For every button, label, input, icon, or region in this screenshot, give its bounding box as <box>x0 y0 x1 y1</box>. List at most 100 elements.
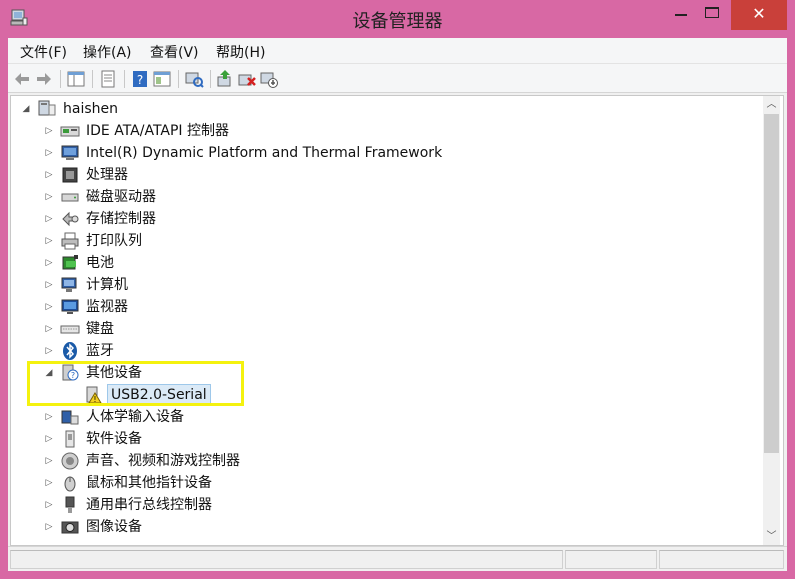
tree-category[interactable]: ▷ Intel(R) Dynamic Platform and Thermal F… <box>44 142 444 164</box>
expand-arrow-icon[interactable]: ▷ <box>44 412 54 422</box>
tree-category[interactable]: ▷ 软件设备 <box>44 428 144 450</box>
tree-item-label: 蓝牙 <box>86 343 114 359</box>
help-icon[interactable]: ? <box>130 69 150 89</box>
tree-item-label: 软件设备 <box>86 431 142 447</box>
tree-item-label: Intel(R) Dynamic Platform and Thermal Fr… <box>86 145 443 161</box>
scroll-down-button[interactable]: ﹀ <box>763 528 780 545</box>
expand-arrow-icon[interactable]: ▷ <box>44 126 54 136</box>
toolbar-separator <box>92 70 93 88</box>
monitor-icon <box>61 299 79 314</box>
toolbar: ? <box>8 64 787 93</box>
device-tree[interactable]: ◢ haishen ▷ IDE ATA/ATAPI 控制器 ▷ Intel(R) Dyna… <box>10 95 784 546</box>
computer-icon <box>38 100 56 116</box>
hid-icon <box>61 410 79 425</box>
maximize-button[interactable] <box>697 0 727 30</box>
menu-help[interactable]: 帮助(H) <box>216 42 265 62</box>
update-driver-icon[interactable] <box>215 69 235 89</box>
expand-arrow-icon[interactable]: ▷ <box>44 522 54 532</box>
minimize-button[interactable] <box>666 0 696 30</box>
expand-arrow-icon[interactable]: ▷ <box>44 192 54 202</box>
tree-item-label: 通用串行总线控制器 <box>86 497 212 513</box>
tree-item-label: 电池 <box>86 255 114 271</box>
tree-item-label: 计算机 <box>86 277 128 293</box>
mouse-icon <box>64 476 76 492</box>
collapse-arrow-icon[interactable]: ◢ <box>21 104 31 114</box>
tree-category[interactable]: ▷ 通用串行总线控制器 <box>44 494 214 516</box>
minimize-icon <box>675 14 687 16</box>
tree-item-label: 人体学输入设备 <box>86 409 184 425</box>
tree-item-label: 存储控制器 <box>86 211 156 227</box>
toolbar-separator <box>124 70 125 88</box>
back-arrow-icon[interactable] <box>12 69 32 89</box>
tree-category[interactable]: ▷ IDE ATA/ATAPI 控制器 <box>44 120 231 142</box>
tree-category[interactable]: ▷ 鼠标和其他指针设备 <box>44 472 214 494</box>
tree-category[interactable]: ▷ 磁盘驱动器 <box>44 186 158 208</box>
highlight-box <box>27 361 244 406</box>
expand-arrow-icon[interactable]: ▷ <box>44 236 54 246</box>
tree-item-label: 图像设备 <box>86 519 142 535</box>
tree-category[interactable]: ▷ 声音、视频和游戏控制器 <box>44 450 242 472</box>
tree-category[interactable]: ▷ 存储控制器 <box>44 208 158 230</box>
properties-icon[interactable] <box>98 69 118 89</box>
show-hide-tree-icon[interactable] <box>66 69 86 89</box>
menu-file[interactable]: 文件(F) <box>20 42 67 62</box>
tree-category[interactable]: ▷ 人体学输入设备 <box>44 406 186 428</box>
expand-arrow-icon[interactable]: ▷ <box>44 148 54 158</box>
expand-arrow-icon[interactable]: ▷ <box>44 258 54 268</box>
expand-arrow-icon[interactable]: ▷ <box>44 346 54 356</box>
expand-arrow-icon[interactable]: ▷ <box>44 324 54 334</box>
storage-controller-icon <box>62 211 79 227</box>
status-cell-3 <box>659 550 784 569</box>
toolbar-separator <box>210 70 211 88</box>
computer-category-icon <box>61 277 77 292</box>
imaging-device-icon <box>61 521 79 534</box>
tree-category[interactable]: ▷ 监视器 <box>44 296 130 318</box>
status-cell-main <box>10 550 563 569</box>
disable-device-icon[interactable] <box>259 69 279 89</box>
tree-root[interactable]: ◢ haishen <box>21 98 120 120</box>
forward-arrow-icon[interactable] <box>34 69 54 89</box>
bluetooth-icon <box>63 342 77 360</box>
expand-arrow-icon[interactable]: ▷ <box>44 434 54 444</box>
tree-item-label: 处理器 <box>86 167 128 183</box>
vertical-scrollbar[interactable]: ︿ ﹀ <box>763 96 780 545</box>
tree-item-label: 鼠标和其他指针设备 <box>86 475 212 491</box>
expand-arrow-icon[interactable]: ▷ <box>44 478 54 488</box>
status-cell-2 <box>565 550 657 569</box>
expand-arrow-icon[interactable]: ▷ <box>44 500 54 510</box>
menu-action[interactable]: 操作(A) <box>83 42 132 62</box>
intel-thermal-icon <box>61 145 79 160</box>
tree-category[interactable]: ▷ 打印队列 <box>44 230 144 252</box>
menu-view[interactable]: 查看(V) <box>150 42 199 62</box>
expand-arrow-icon[interactable]: ▷ <box>44 302 54 312</box>
printer-icon <box>61 232 79 250</box>
tree-category[interactable]: ▷ 图像设备 <box>44 516 144 538</box>
processor-icon <box>62 167 78 183</box>
uninstall-icon[interactable] <box>237 69 257 89</box>
expand-arrow-icon[interactable]: ▷ <box>44 170 54 180</box>
title-bar: 设备管理器 ✕ <box>0 0 795 38</box>
tree-category[interactable]: ▷ 计算机 <box>44 274 130 296</box>
expand-arrow-icon[interactable]: ▷ <box>44 280 54 290</box>
tree-item-label: 磁盘驱动器 <box>86 189 156 205</box>
toolbar-separator <box>178 70 179 88</box>
tree-item-label: IDE ATA/ATAPI 控制器 <box>86 123 230 139</box>
scan-hardware-icon[interactable] <box>184 69 204 89</box>
tree-category[interactable]: ▷ 蓝牙 <box>44 340 116 362</box>
scroll-thumb[interactable] <box>764 114 779 453</box>
scroll-up-button[interactable]: ︿ <box>763 96 780 113</box>
tree-item-label: 打印队列 <box>86 233 142 249</box>
tree-item-label: 键盘 <box>86 321 114 337</box>
ide-controller-icon <box>60 126 80 137</box>
tree-category[interactable]: ▷ 处理器 <box>44 164 130 186</box>
close-button[interactable]: ✕ <box>731 0 787 30</box>
expand-arrow-icon[interactable]: ▷ <box>44 456 54 466</box>
view-details-icon[interactable] <box>152 69 172 89</box>
tree-category[interactable]: ▷ 电池 <box>44 252 116 274</box>
tree-item-label: 声音、视频和游戏控制器 <box>86 453 240 469</box>
tree-category[interactable]: ▷ 键盘 <box>44 318 116 340</box>
disk-drive-icon <box>61 193 79 202</box>
expand-arrow-icon[interactable]: ▷ <box>44 214 54 224</box>
keyboard-icon <box>60 325 80 334</box>
svg-text:?: ? <box>137 73 143 87</box>
